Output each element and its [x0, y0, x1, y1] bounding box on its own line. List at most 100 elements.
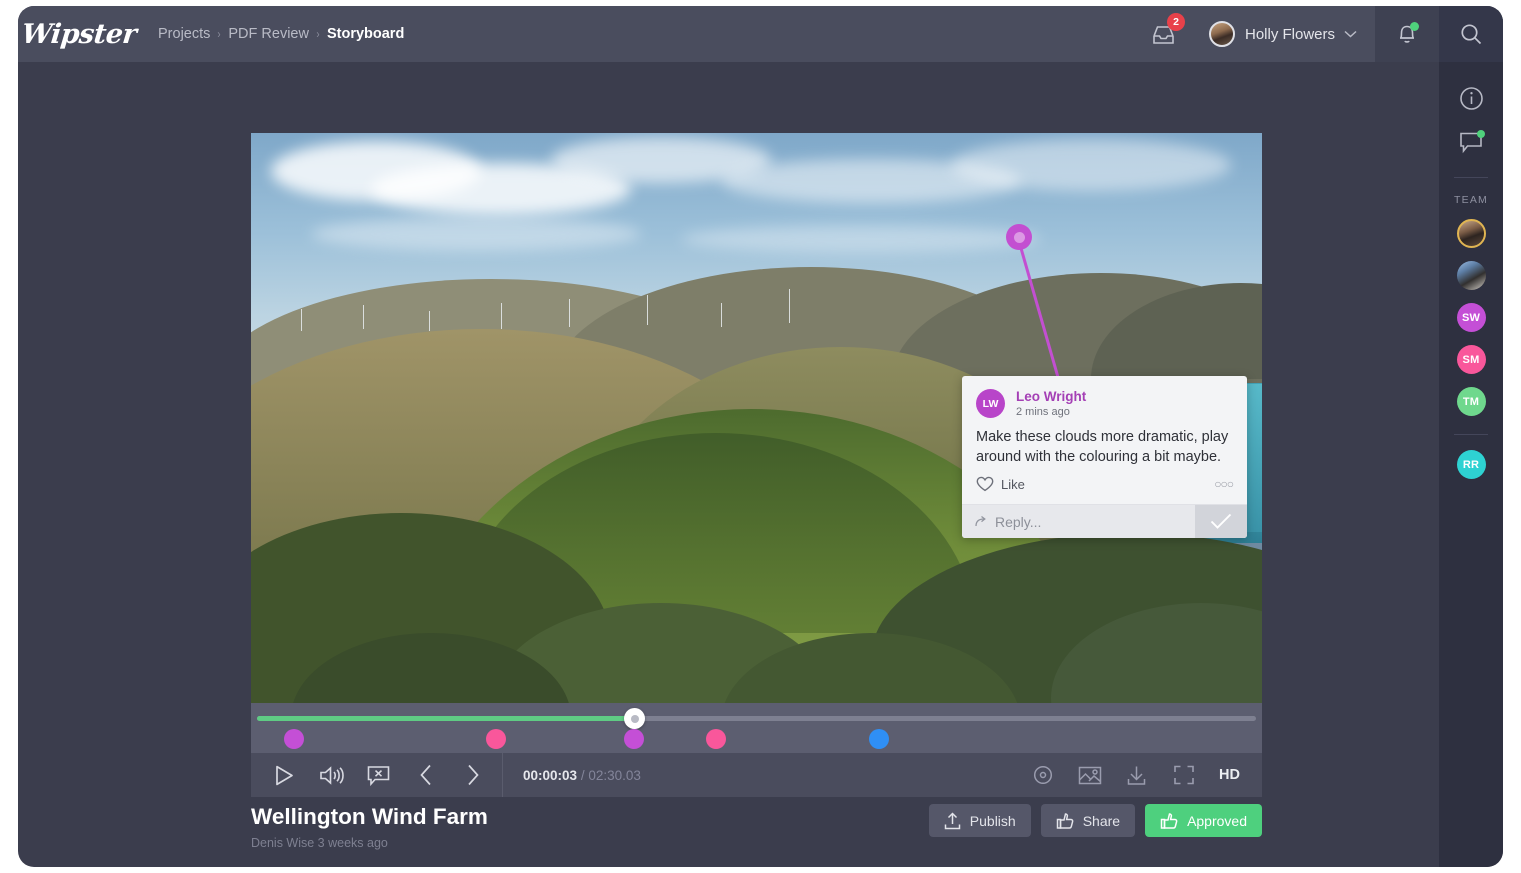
download-icon [1126, 765, 1147, 786]
team-avatar-sm[interactable]: SM [1457, 345, 1486, 374]
approved-label: Approved [1187, 813, 1247, 829]
scrubber-row [251, 703, 1262, 753]
comment-text: Make these clouds more dramatic, play ar… [962, 418, 1247, 467]
app-header: Wipster Projects › PDF Review › Storyboa… [18, 6, 1503, 62]
publish-label: Publish [970, 813, 1016, 829]
comment-actions: Like ○○○ [962, 467, 1247, 504]
notifications-button[interactable] [1375, 6, 1439, 62]
timeline-marker[interactable] [869, 729, 889, 749]
footer-actions: Publish Share Approved [929, 804, 1262, 837]
cloud [311, 217, 641, 251]
fullscreen-button[interactable] [1160, 753, 1207, 797]
comment-card: LW Leo Wright 2 mins ago Make these clou… [962, 376, 1247, 538]
loop-button[interactable] [1019, 753, 1066, 797]
breadcrumb-separator: › [218, 27, 221, 41]
breadcrumb-item-projects[interactable]: Projects [158, 26, 210, 42]
comment-meta: Leo Wright 2 mins ago [1016, 389, 1086, 418]
breadcrumb-separator: › [316, 27, 319, 41]
more-options-icon[interactable]: ○○○ [1214, 477, 1233, 491]
share-button[interactable]: Share [1041, 804, 1135, 837]
reply-placeholder: Reply... [995, 514, 1041, 530]
publish-button[interactable]: Publish [929, 804, 1031, 837]
timecode: 00:00:03 / 02:30.03 [523, 768, 641, 783]
info-button[interactable] [1459, 86, 1484, 111]
user-menu[interactable]: Holly Flowers [1209, 6, 1375, 62]
timeline-marker[interactable] [284, 729, 304, 749]
inbox-button[interactable]: 2 [1145, 20, 1183, 48]
progress-track[interactable] [257, 716, 1256, 721]
timecode-current: 00:00:03 [523, 768, 577, 783]
team-avatar[interactable] [1457, 261, 1486, 290]
snapshot-button[interactable] [1066, 753, 1113, 797]
comment-timestamp: 2 mins ago [1016, 406, 1086, 418]
team-avatar[interactable] [1457, 219, 1486, 248]
approved-button[interactable]: Approved [1145, 804, 1262, 837]
next-comment-button[interactable] [449, 753, 496, 797]
quality-button[interactable]: HD [1207, 767, 1252, 783]
divider [1454, 177, 1488, 178]
turbine [569, 299, 570, 327]
upload-icon [944, 812, 961, 830]
notification-dot [1477, 130, 1485, 138]
thumbs-up-outline-icon [1056, 812, 1074, 830]
previous-comment-button[interactable] [402, 753, 449, 797]
like-button[interactable]: Like [976, 476, 1025, 492]
asset-info: Wellington Wind Farm Denis Wise 3 weeks … [251, 804, 488, 850]
reply-row: Reply... [962, 504, 1247, 538]
reply-submit-button[interactable] [1195, 505, 1247, 538]
download-button[interactable] [1113, 753, 1160, 797]
video-frame[interactable]: LW Leo Wright 2 mins ago Make these clou… [251, 133, 1262, 703]
team-section-label: TEAM [1454, 194, 1488, 206]
play-button[interactable] [261, 753, 308, 797]
comment-author-name: Leo Wright [1016, 389, 1086, 404]
wipster-logo[interactable]: Wipster [18, 19, 142, 50]
progress-filled [257, 716, 637, 721]
divider [1454, 434, 1488, 435]
image-icon [1078, 766, 1102, 785]
cloud [681, 225, 1041, 253]
inbox-badge: 2 [1167, 13, 1185, 31]
team-avatar-rr[interactable]: RR [1457, 450, 1486, 479]
avatar [1209, 21, 1235, 47]
breadcrumb-item-pdf-review[interactable]: PDF Review [228, 26, 309, 42]
team-avatar-sw[interactable]: SW [1457, 303, 1486, 332]
timecode-separator: / [581, 768, 585, 783]
comments-button[interactable] [1459, 131, 1484, 155]
turbine [721, 303, 722, 327]
playhead[interactable] [624, 708, 645, 729]
turbine [301, 309, 302, 331]
volume-button[interactable] [308, 753, 355, 797]
record-dot-icon [1033, 765, 1053, 785]
comment-off-icon [367, 765, 390, 786]
search-button[interactable] [1439, 6, 1503, 62]
timeline-marker[interactable] [706, 729, 726, 749]
volume-icon [319, 765, 345, 786]
right-sidebar: TEAM SW SM TM RR [1439, 62, 1503, 867]
player-controls-right: HD [1019, 753, 1262, 797]
timeline-marker[interactable] [486, 729, 506, 749]
divider [502, 753, 503, 797]
share-label: Share [1083, 813, 1120, 829]
turbine [789, 289, 790, 323]
reply-arrow-icon [975, 515, 988, 528]
check-icon [1210, 513, 1232, 530]
comment-toggle-button[interactable] [355, 753, 402, 797]
user-name: Holly Flowers [1245, 26, 1335, 43]
breadcrumb-item-storyboard[interactable]: Storyboard [327, 26, 404, 42]
notification-dot [1410, 22, 1419, 31]
header-right-group: 2 Holly Flowers [1145, 6, 1503, 62]
reply-input[interactable]: Reply... [962, 505, 1195, 538]
app-window: Wipster Projects › PDF Review › Storyboa… [18, 6, 1503, 867]
turbine [363, 305, 364, 329]
asset-footer: Wellington Wind Farm Denis Wise 3 weeks … [251, 804, 1262, 860]
breadcrumb: Projects › PDF Review › Storyboard [158, 26, 404, 42]
timecode-total: 02:30.03 [588, 768, 641, 783]
team-avatar-tm[interactable]: TM [1457, 387, 1486, 416]
thumbs-up-icon [1160, 812, 1178, 830]
timeline-marker[interactable] [624, 729, 644, 749]
play-icon [275, 765, 294, 786]
comment-pin[interactable] [1006, 224, 1032, 250]
turbine [429, 311, 430, 331]
comment-header: LW Leo Wright 2 mins ago [962, 376, 1247, 418]
chevron-left-icon [419, 764, 433, 786]
